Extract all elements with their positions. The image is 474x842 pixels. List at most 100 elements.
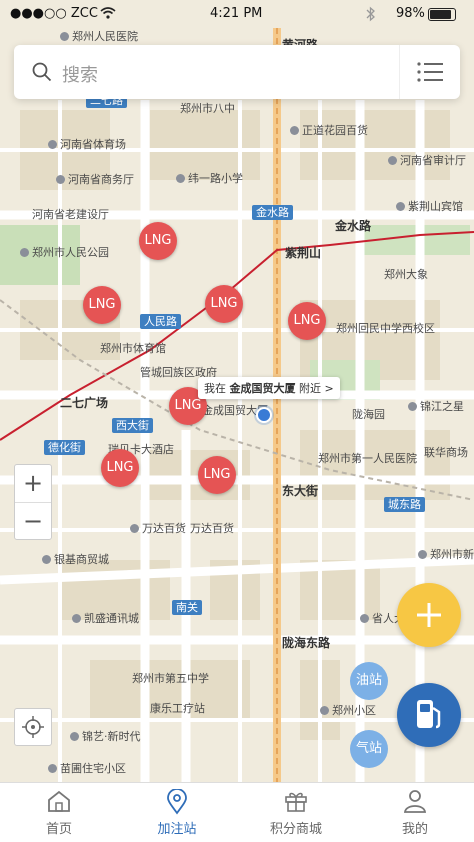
poi: 锦艺·新时代 — [70, 730, 141, 743]
lng-station-marker[interactable]: LNG — [83, 286, 121, 324]
poi-dot-icon — [70, 732, 79, 741]
lng-station-marker[interactable]: LNG — [198, 456, 236, 494]
poi: 郑州大象 — [384, 268, 428, 281]
lng-station-marker[interactable]: LNG — [101, 449, 139, 487]
home-icon — [48, 790, 70, 812]
poi: 郑州市新宾馆 — [418, 548, 474, 561]
poi: 银基商贸城 — [42, 553, 109, 566]
road-tag: 城东路 — [384, 497, 425, 512]
poi: 郑州市体育馆 — [100, 342, 166, 355]
poi: 郑州人民医院 — [60, 30, 138, 43]
search-bar[interactable]: 搜索 — [14, 45, 460, 99]
poi-dot-icon — [48, 764, 57, 773]
poi-dot-icon — [130, 524, 139, 533]
road-tag: 金水路 — [252, 205, 293, 220]
gas-station-filter[interactable]: 气站 — [350, 730, 388, 768]
road-name: 陇海东路 — [282, 636, 331, 650]
poi: 万达百货 — [130, 522, 186, 535]
oil-station-filter[interactable]: 油站 — [350, 662, 388, 700]
status-bar: ●●●○○ ZCC 4:21 PM 98% — [0, 0, 474, 28]
bluetooth-icon — [366, 6, 375, 22]
plus-icon — [417, 603, 441, 627]
poi-dot-icon — [20, 248, 29, 257]
poi: 陇海园 — [352, 408, 385, 421]
road-name: 东大街 — [282, 484, 319, 498]
add-station-button[interactable] — [397, 583, 461, 647]
tab-label: 首页 — [45, 822, 72, 837]
lng-station-marker[interactable]: LNG — [139, 222, 177, 260]
zoom-out-button[interactable]: − — [15, 503, 51, 540]
current-location-dot — [256, 407, 272, 423]
poi: 郑州市第一人民医院 — [318, 452, 417, 465]
current-location-tip[interactable]: 我在 金成国贸大厦 附近 > — [198, 377, 340, 399]
map-view[interactable]: 二七路 金水路 人民路 西大街 德化街 城东路 南关 金水路 紫荆山 二七广场 … — [0, 0, 474, 782]
road-tag: 人民路 — [140, 314, 181, 329]
poi-dot-icon — [48, 140, 57, 149]
zoom-in-button[interactable]: + — [15, 465, 51, 503]
clock: 4:21 PM — [210, 6, 263, 21]
wifi-icon — [100, 7, 116, 19]
lng-station-marker[interactable]: LNG — [288, 302, 326, 340]
tab-label: 我的 — [401, 822, 428, 837]
location-tip-place: 金成国贸大厦 — [229, 382, 296, 395]
fuel-pump-button[interactable] — [397, 683, 461, 747]
poi-dot-icon — [42, 555, 51, 564]
crosshair-icon — [22, 716, 44, 738]
locate-me-button[interactable] — [14, 708, 52, 746]
location-tip-prefix: 我在 — [204, 382, 226, 395]
tab-label: 积分商城 — [269, 822, 322, 837]
poi-dot-icon — [72, 614, 81, 623]
tab-points-mall[interactable]: 积分商城 — [237, 783, 355, 842]
bottom-tab-bar: 首页 加注站 积分商城 我的 — [0, 782, 474, 842]
zoom-control: + − — [14, 464, 52, 540]
search-input[interactable]: 搜索 — [62, 61, 98, 87]
poi-dot-icon — [396, 202, 405, 211]
road-tag: 南关 — [172, 600, 202, 615]
tab-profile[interactable]: 我的 — [356, 783, 474, 842]
tab-home[interactable]: 首页 — [0, 783, 118, 842]
fuel-pump-icon — [417, 700, 441, 729]
gift-icon — [285, 792, 307, 812]
search-icon — [32, 62, 52, 82]
tab-label: 加注站 — [157, 822, 197, 837]
battery-icon — [428, 8, 456, 21]
poi-dot-icon — [176, 174, 185, 183]
poi: 河南省审计厅 — [388, 154, 466, 167]
poi: 苗圃住宅小区 — [48, 762, 126, 775]
poi: 郑州市第五中学 — [132, 672, 209, 685]
poi-dot-icon — [360, 614, 369, 623]
poi: 郑州市八中 — [180, 102, 235, 115]
location-tip-suffix: 附近 > — [299, 382, 334, 395]
road-name: 金水路 — [335, 219, 372, 233]
poi: 紫荆山宾馆 — [396, 200, 463, 213]
poi: 锦江之星 — [408, 400, 464, 413]
poi-dot-icon — [408, 402, 417, 411]
poi: 凯盛通讯城 — [72, 612, 139, 625]
poi: 河南省体育场 — [48, 138, 126, 151]
poi-dot-icon — [56, 175, 65, 184]
poi: 万达百货 — [190, 522, 234, 535]
poi-dot-icon — [418, 550, 427, 559]
poi: 正道花园百货 — [290, 124, 368, 137]
poi: 河南省老建设厅 — [32, 208, 109, 221]
poi: 郑州市人民公园 — [20, 246, 109, 259]
poi: 郑州回民中学西校区 — [336, 322, 435, 335]
road-tag: 德化街 — [44, 440, 85, 455]
poi: 河南省商务厅 — [56, 173, 134, 186]
road-name: 紫荆山 — [285, 246, 322, 260]
carrier: ●●●○○ ZCC — [10, 6, 98, 21]
tab-stations[interactable]: 加注站 — [118, 783, 236, 842]
road-name: 二七广场 — [60, 396, 109, 410]
poi-dot-icon — [60, 32, 69, 41]
poi: 联华商场 — [424, 446, 468, 459]
poi-dot-icon — [388, 156, 397, 165]
lng-station-marker[interactable]: LNG — [205, 285, 243, 323]
poi-dot-icon — [290, 126, 299, 135]
battery-percent: 98% — [396, 6, 425, 21]
poi: 康乐工疗站 — [150, 702, 205, 715]
poi-dot-icon — [320, 706, 329, 715]
poi: 郑州小区 — [320, 704, 376, 717]
user-icon — [403, 790, 427, 813]
list-view-button[interactable] — [399, 45, 460, 99]
list-icon — [417, 62, 443, 82]
